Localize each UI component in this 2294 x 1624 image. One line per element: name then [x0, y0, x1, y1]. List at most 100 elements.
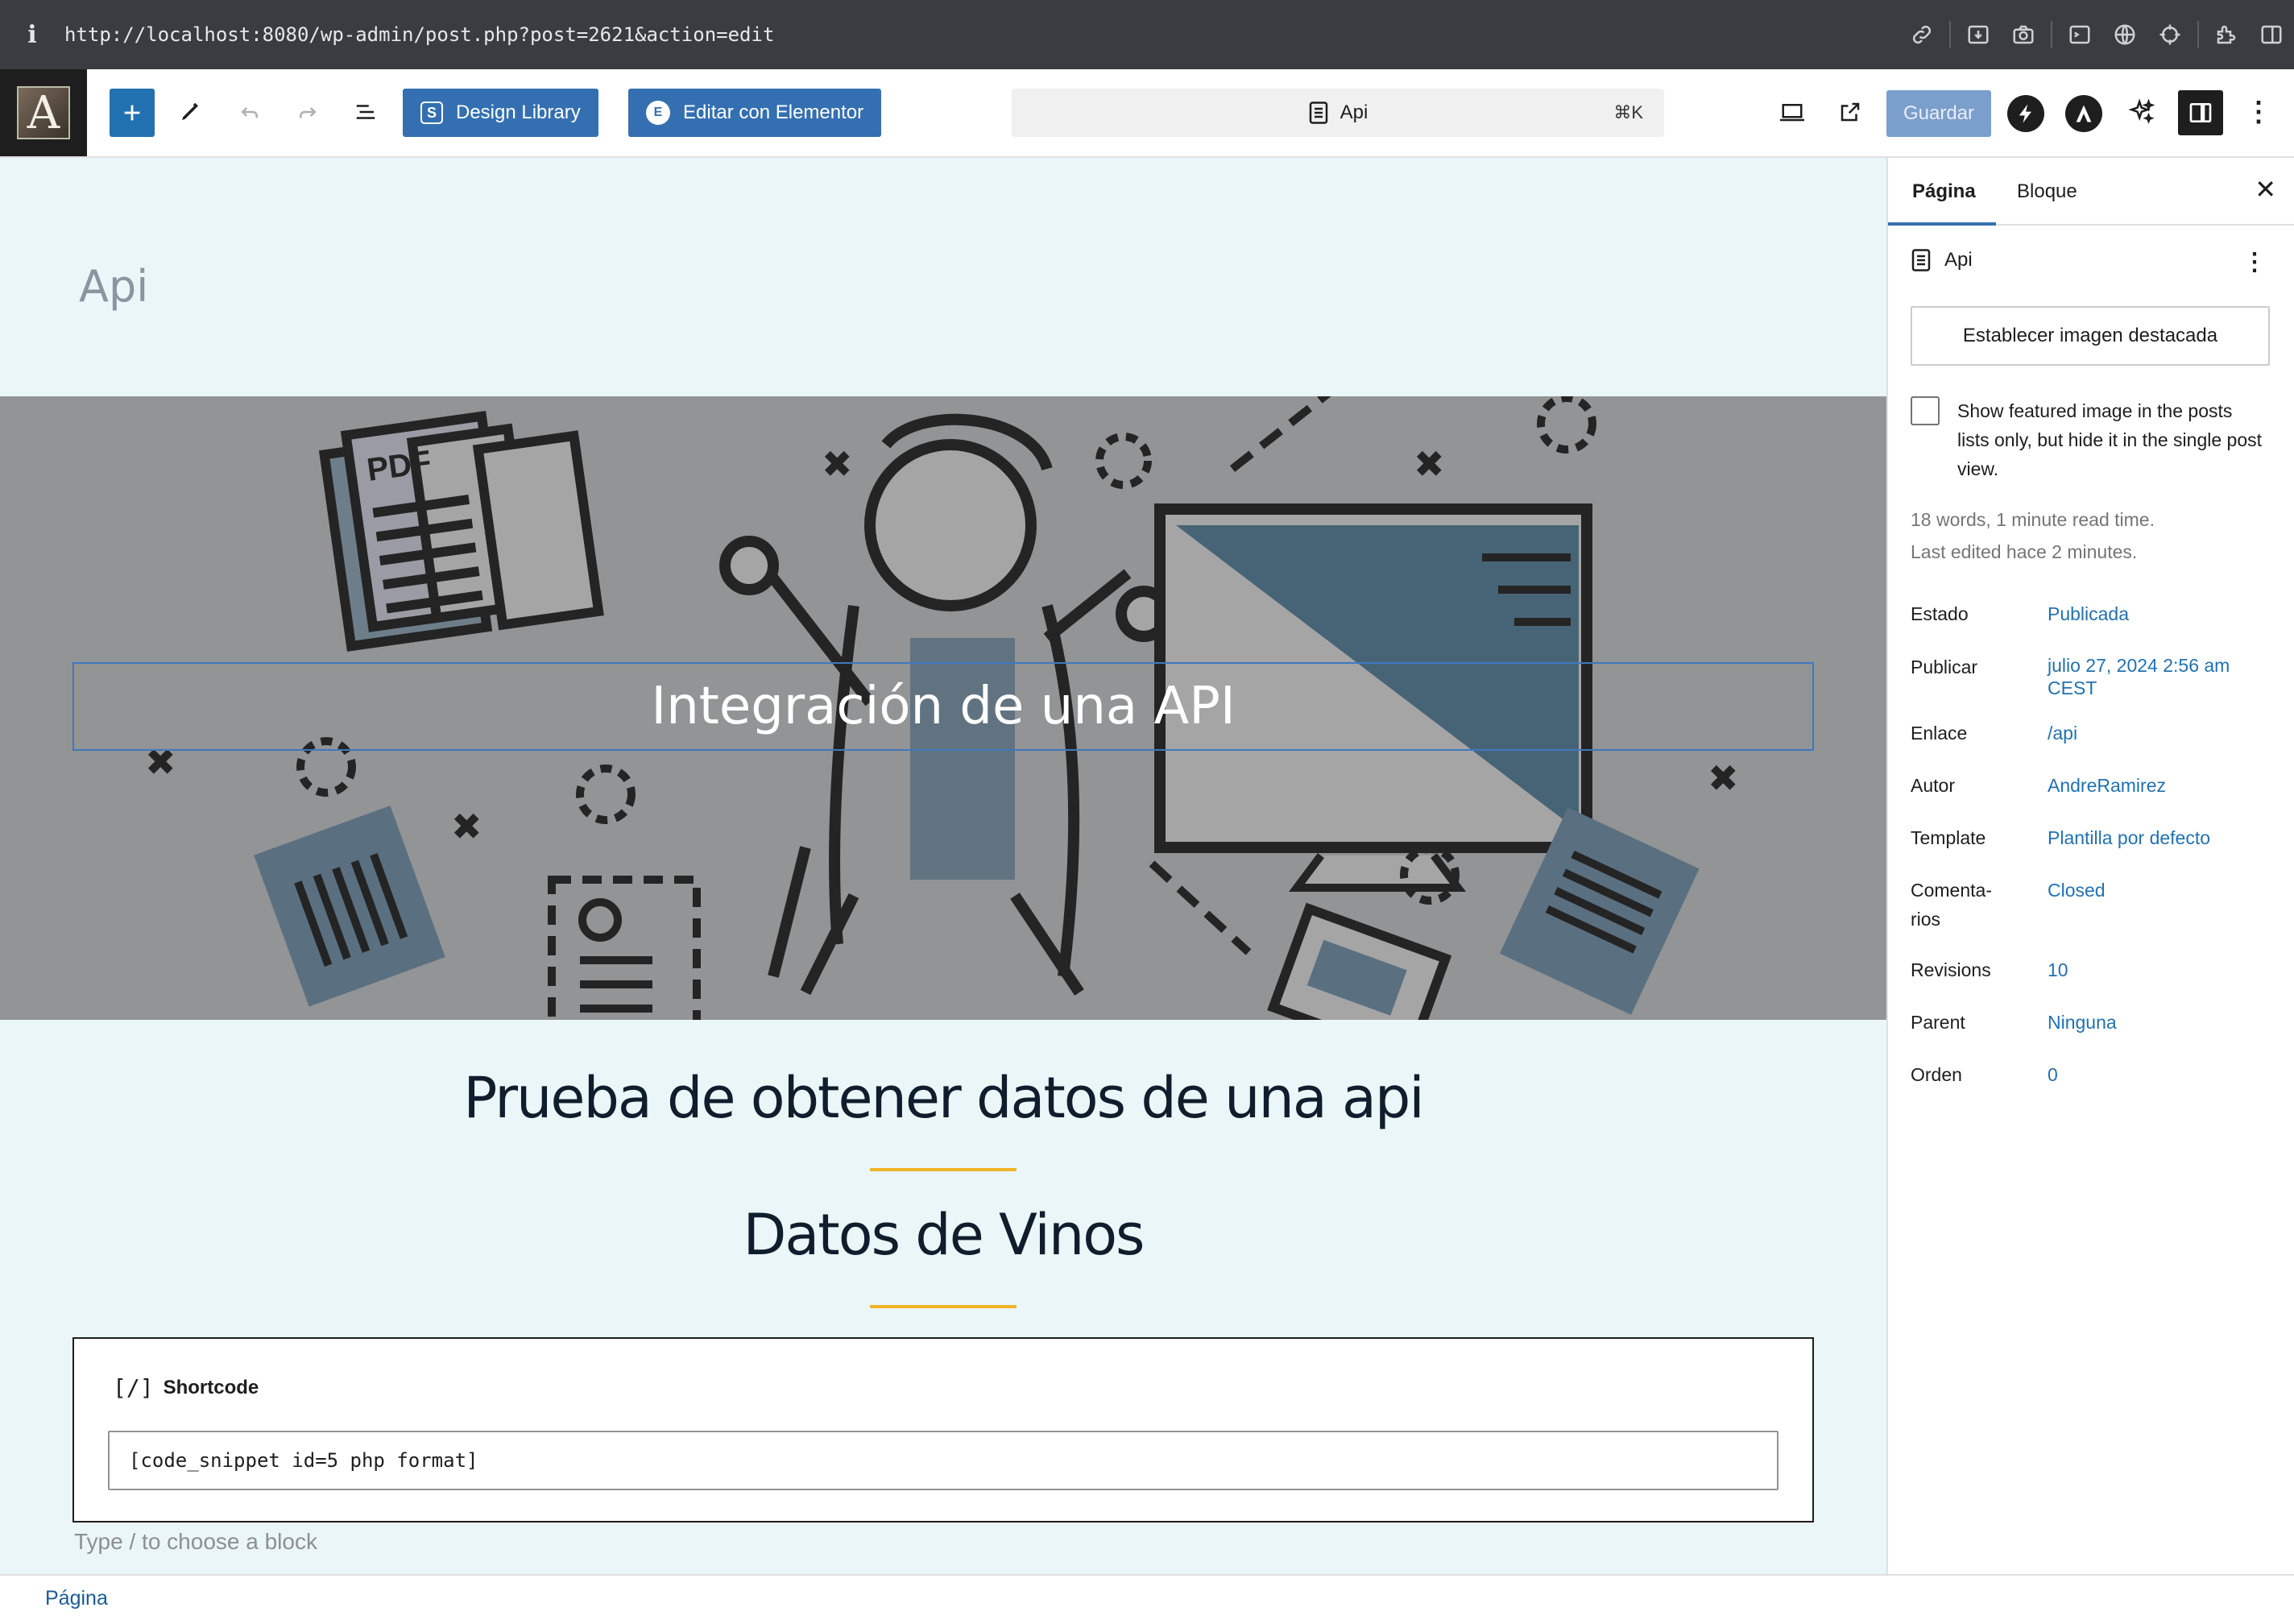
- active-tab-indicator: [1888, 222, 1996, 226]
- redo-icon: [300, 107, 317, 118]
- property-value-link[interactable]: Closed: [2048, 879, 2265, 901]
- pencil-icon: [182, 102, 198, 120]
- property-value-link[interactable]: AndreRamirez: [2048, 774, 2265, 797]
- property-label: Orden: [1911, 1064, 1962, 1085]
- undo-icon: [241, 107, 258, 118]
- property-label: Template: [1911, 827, 1986, 848]
- globe-icon[interactable]: [2102, 0, 2147, 69]
- property-value-link[interactable]: Publicada: [2048, 603, 2265, 625]
- elementor-label: Editar con Elementor: [683, 102, 864, 123]
- elementor-icon: E: [646, 101, 670, 125]
- terminal-icon[interactable]: [2057, 0, 2102, 69]
- install-icon[interactable]: [1956, 0, 2001, 69]
- lightning-icon: [2019, 104, 2031, 123]
- property-value-link[interactable]: Plantilla por defecto: [2048, 826, 2265, 849]
- camera-icon[interactable]: [2001, 0, 2046, 69]
- shortcode-input[interactable]: [code_snippet id=5 php format]: [108, 1431, 1778, 1490]
- property-label: Estado: [1911, 603, 1969, 624]
- link-icon[interactable]: [1899, 0, 1944, 69]
- property-label: Parent: [1911, 1012, 1965, 1033]
- vertical-ellipsis-icon: ⋮: [2245, 97, 2272, 127]
- property-label: Autor: [1911, 775, 1955, 796]
- breadcrumb-page[interactable]: Página: [45, 1587, 108, 1610]
- shortcode-block[interactable]: [/] Shortcode [code_snippet id=5 php for…: [72, 1337, 1814, 1522]
- property-label: Publicar: [1911, 657, 1978, 677]
- set-featured-image-button[interactable]: Establecer imagen destacada: [1911, 306, 2270, 366]
- separator: [2197, 21, 2199, 48]
- block-appender[interactable]: Type / to choose a block: [74, 1529, 317, 1555]
- command-palette-bar[interactable]: Api ⌘K: [1012, 89, 1664, 137]
- browser-address-bar: i http://localhost:8080/wp-admin/post.ph…: [0, 0, 2294, 69]
- astra-plugin-button[interactable]: [2065, 95, 2102, 132]
- close-icon[interactable]: ✕: [2255, 174, 2276, 205]
- settings-sidebar-toggle[interactable]: [2178, 90, 2223, 135]
- external-link-icon: [1841, 102, 1860, 122]
- editor-toolbar: A S Design Library E Editar con Elemento…: [0, 69, 2294, 158]
- site-info-icon[interactable]: i: [0, 21, 64, 49]
- design-library-button[interactable]: S Design Library: [403, 89, 598, 137]
- plus-icon: [124, 105, 140, 121]
- view-page-button[interactable]: [1832, 87, 1869, 137]
- page-icon: [1911, 249, 1931, 271]
- crosshair-icon[interactable]: [2147, 0, 2193, 69]
- vertical-ellipsis-icon[interactable]: ⋮: [2242, 248, 2267, 276]
- featured-image-checkbox-label: Show featured image in the posts lists o…: [1957, 400, 2263, 479]
- shortcode-label: Shortcode: [163, 1376, 259, 1398]
- block-breadcrumb-bar: Página: [0, 1574, 2294, 1624]
- ai-assistant-button[interactable]: [2123, 87, 2160, 137]
- preview-device-button[interactable]: [1774, 87, 1811, 137]
- url-text[interactable]: http://localhost:8080/wp-admin/post.php?…: [64, 23, 774, 46]
- document-summary: Api: [1911, 248, 1973, 272]
- command-shortcut: ⌘K: [1613, 102, 1643, 122]
- property-value-link[interactable]: 10: [2048, 959, 2265, 981]
- property-value-link[interactable]: 0: [2048, 1063, 2265, 1086]
- speed-plugin-button[interactable]: [2007, 95, 2044, 132]
- save-button[interactable]: Guardar: [1886, 90, 1991, 137]
- cover-block[interactable]: PDF ✖ ✖ ✖ ✖ ✖ Integración de una API: [0, 396, 1886, 1020]
- document-overview-button[interactable]: [348, 87, 383, 137]
- property-value-link[interactable]: julio 27, 2024 2:56 am CEST: [2048, 654, 2257, 699]
- heading-wine-data[interactable]: Datos de Vinos: [0, 1202, 1886, 1268]
- site-logo-letter: A: [17, 86, 70, 139]
- page-icon: [1309, 102, 1327, 124]
- command-title: Api: [1340, 102, 1369, 123]
- extension-icon[interactable]: [2204, 0, 2249, 69]
- sidebar-icon: [2189, 103, 2212, 122]
- add-block-button[interactable]: [110, 89, 155, 137]
- options-menu-button[interactable]: ⋮: [2242, 87, 2275, 137]
- separator-2: [870, 1305, 1017, 1308]
- design-library-icon: S: [420, 102, 443, 124]
- separator: [2051, 21, 2052, 48]
- redo-button[interactable]: [290, 87, 325, 137]
- site-logo[interactable]: A: [0, 69, 87, 156]
- featured-image-checkbox[interactable]: [1911, 396, 1940, 425]
- property-label: Comenta-rios: [1911, 880, 1992, 930]
- page-title[interactable]: Api: [79, 261, 148, 312]
- editor-canvas[interactable]: Api PDF ✖ ✖ ✖ ✖ ✖ Integración de una API…: [0, 158, 1886, 1574]
- tools-button[interactable]: [172, 87, 208, 137]
- separator: [1949, 21, 1951, 48]
- sidebar-tabs: Página Bloque ✕: [1888, 158, 2294, 226]
- shortcode-block-header: [/] Shortcode: [113, 1374, 259, 1401]
- list-view-icon: [356, 105, 375, 119]
- property-value-link[interactable]: Ninguna: [2048, 1011, 2265, 1034]
- shortcode-icon: [/]: [113, 1374, 154, 1401]
- edit-with-elementor-button[interactable]: E Editar con Elementor: [628, 89, 882, 137]
- undo-button[interactable]: [232, 87, 267, 137]
- property-value-link[interactable]: /api: [2048, 722, 2265, 744]
- cover-heading[interactable]: Integración de una API: [72, 662, 1814, 751]
- split-view-icon[interactable]: [2249, 0, 2294, 69]
- design-library-label: Design Library: [456, 102, 581, 123]
- tab-page[interactable]: Página: [1912, 180, 1976, 203]
- tab-block[interactable]: Bloque: [2017, 180, 2077, 203]
- separator-1: [870, 1168, 1017, 1171]
- desktop-icon: [1780, 104, 1804, 122]
- property-label: Revisions: [1911, 959, 1991, 980]
- astra-icon: [2076, 105, 2092, 122]
- word-count: 18 words, 1 minute read time.: [1911, 509, 2155, 530]
- settings-sidebar: Página Bloque ✕ Api ⋮ Establecer imagen …: [1886, 158, 2294, 1574]
- browser-toolbar-icons: [1899, 0, 2294, 69]
- heading-test-api[interactable]: Prueba de obtener datos de una api: [0, 1065, 1886, 1131]
- document-title: Api: [1944, 249, 1973, 271]
- sparkles-icon: [2128, 98, 2155, 124]
